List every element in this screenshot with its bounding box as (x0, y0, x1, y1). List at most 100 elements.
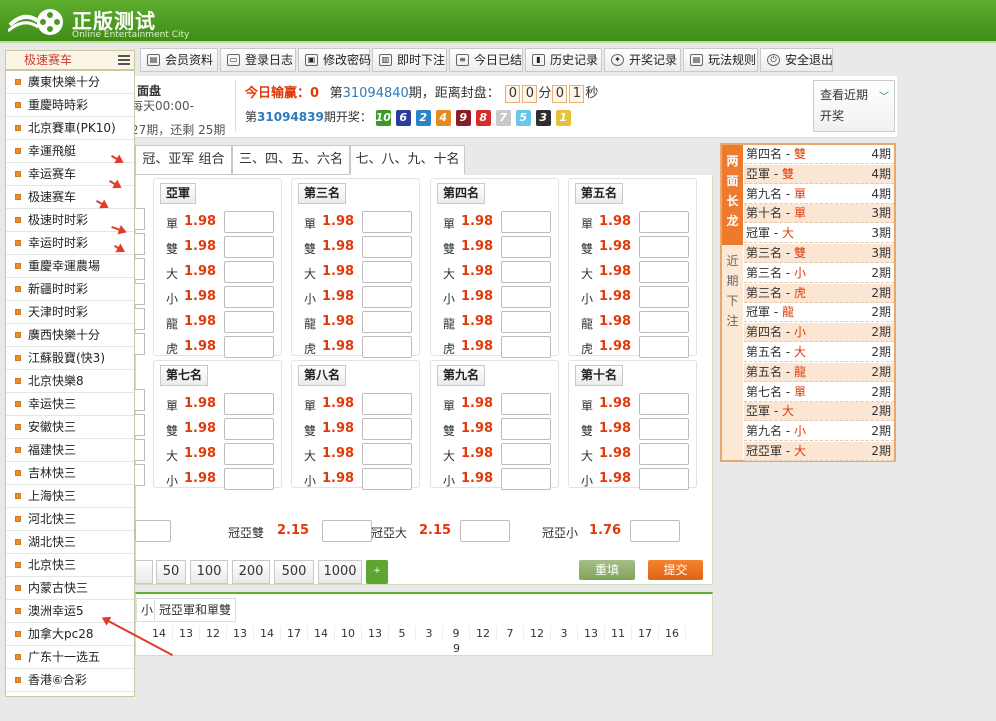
bet-amount-input[interactable] (362, 286, 412, 308)
lottery-item[interactable]: 广东十一选五 (6, 646, 134, 669)
bet-amount-input[interactable] (362, 211, 412, 233)
bet-amount-input[interactable] (460, 520, 510, 542)
add-amount-button[interactable]: + (366, 560, 388, 584)
lottery-item[interactable]: 重慶時時彩 (6, 94, 134, 117)
bet-amount-input[interactable] (135, 308, 145, 330)
lottery-item[interactable]: 江蘇骰寶(快3) (6, 347, 134, 370)
lottery-item[interactable]: 北京快樂8 (6, 370, 134, 393)
bet-amount-input[interactable] (639, 261, 689, 283)
bet-amount-input[interactable] (224, 311, 274, 333)
lottery-item[interactable]: 廣西快樂十分 (6, 324, 134, 347)
bet-amount-input[interactable] (501, 211, 551, 233)
recent-draws-button[interactable]: 查看近期 开奖 ﹀ (813, 80, 895, 132)
lottery-item[interactable]: 内蒙古快三 (6, 577, 134, 600)
bet-amount-input[interactable] (135, 233, 145, 255)
quick-amount-input[interactable] (135, 560, 153, 584)
nav-member-info[interactable]: ▤ 会员资料 (140, 48, 218, 72)
amount-200-button[interactable]: 200 (232, 560, 270, 584)
tab-7-10[interactable]: 七、八、九、十名 (350, 145, 465, 175)
bet-amount-input[interactable] (224, 418, 274, 440)
bet-amount-input[interactable] (322, 520, 372, 542)
bet-amount-input[interactable] (362, 393, 412, 415)
bet-amount-input[interactable] (501, 418, 551, 440)
recent-bets-tab[interactable]: 近 期 下 注 (722, 247, 743, 337)
lottery-item[interactable]: 北京賽車(PK10) (6, 117, 134, 140)
bet-amount-input[interactable] (362, 468, 412, 490)
lottery-item[interactable]: 廣東快樂十分 (6, 71, 134, 94)
bet-amount-input[interactable] (639, 211, 689, 233)
bet-amount-input[interactable] (501, 336, 551, 358)
lottery-item[interactable]: 重慶幸運農場 (6, 255, 134, 278)
lottery-item[interactable]: 新疆时时彩 (6, 278, 134, 301)
bet-amount-input[interactable] (501, 468, 551, 490)
nav-history[interactable]: ▮ 历史记录 (525, 48, 602, 72)
nav-instant-bet[interactable]: ▥ 即时下注 (372, 48, 447, 72)
bet-amount-input[interactable] (135, 258, 145, 280)
submit-button[interactable]: 提交 (648, 560, 703, 580)
amount-50-button[interactable]: 50 (156, 560, 186, 584)
bet-amount-input[interactable] (362, 311, 412, 333)
lottery-item[interactable]: 香港⑥合彩 (6, 669, 134, 692)
lottery-item[interactable]: 加拿大pc28 (6, 623, 134, 646)
amount-1000-button[interactable]: 1000 (318, 560, 362, 584)
bet-amount-input[interactable] (362, 418, 412, 440)
bet-amount-input[interactable] (224, 211, 274, 233)
tab-champion-combo[interactable]: 冠、亚军 组合 (135, 145, 232, 175)
bet-amount-input[interactable] (362, 261, 412, 283)
lottery-item[interactable]: 安徽快三 (6, 416, 134, 439)
nav-change-password[interactable]: ▣ 修改密码 (298, 48, 371, 72)
amount-100-button[interactable]: 100 (190, 560, 228, 584)
nav-logout[interactable]: ⏻ 安全退出 (760, 48, 833, 72)
bet-amount-input[interactable] (224, 286, 274, 308)
lottery-item[interactable]: 澳洲幸运5 (6, 600, 134, 623)
bet-amount-input[interactable] (501, 236, 551, 258)
bet-amount-input[interactable] (639, 236, 689, 258)
bet-amount-input[interactable] (501, 311, 551, 333)
bet-amount-input[interactable] (639, 418, 689, 440)
bet-amount-input[interactable] (501, 443, 551, 465)
lottery-item[interactable]: 福建快三 (6, 439, 134, 462)
bet-amount-input[interactable] (224, 261, 274, 283)
bet-amount-input[interactable] (135, 520, 171, 542)
results-tab-sum-odd-even[interactable]: 冠亞軍和單雙 (154, 598, 237, 622)
bet-amount-input[interactable] (135, 389, 145, 411)
lottery-item[interactable]: 北京快三 (6, 554, 134, 577)
bet-amount-input[interactable] (135, 333, 145, 355)
bet-amount-input[interactable] (135, 208, 145, 230)
bet-amount-input[interactable] (639, 336, 689, 358)
bet-amount-input[interactable] (639, 468, 689, 490)
bet-amount-input[interactable] (362, 336, 412, 358)
bet-amount-input[interactable] (501, 261, 551, 283)
bet-amount-input[interactable] (362, 236, 412, 258)
lottery-item[interactable]: 上海快三 (6, 485, 134, 508)
bet-amount-input[interactable] (362, 443, 412, 465)
nav-rules[interactable]: ▤ 玩法规则 (683, 48, 758, 72)
bet-amount-input[interactable] (135, 414, 145, 436)
bet-amount-input[interactable] (224, 393, 274, 415)
bet-amount-input[interactable] (639, 286, 689, 308)
bet-amount-input[interactable] (639, 443, 689, 465)
bet-amount-input[interactable] (501, 393, 551, 415)
tab-3-6[interactable]: 三、四、五、六名 (232, 145, 350, 175)
bet-amount-input[interactable] (135, 439, 145, 461)
bet-amount-input[interactable] (224, 236, 274, 258)
lottery-item[interactable]: 吉林快三 (6, 462, 134, 485)
reset-button[interactable]: 重填 (579, 560, 635, 580)
bet-amount-input[interactable] (224, 443, 274, 465)
bet-amount-input[interactable] (639, 311, 689, 333)
nav-today-settled[interactable]: ≡ 今日已结 (449, 48, 523, 72)
lottery-selector[interactable]: 极速赛车 (5, 50, 135, 70)
bet-amount-input[interactable] (224, 468, 274, 490)
long-dragon-tab[interactable]: 两 面 长 龙 (722, 145, 743, 245)
lottery-item[interactable]: 幸运快三 (6, 393, 134, 416)
lottery-item[interactable]: 湖北快三 (6, 531, 134, 554)
nav-login-log[interactable]: ▭ 登录日志 (220, 48, 296, 72)
bet-amount-input[interactable] (501, 286, 551, 308)
menu-icon[interactable] (118, 55, 130, 65)
lottery-item[interactable]: 河北快三 (6, 508, 134, 531)
bet-amount-input[interactable] (135, 283, 145, 305)
bet-amount-input[interactable] (135, 464, 145, 486)
nav-draw-records[interactable]: ✦ 开奖记录 (604, 48, 681, 72)
bet-amount-input[interactable] (224, 336, 274, 358)
amount-500-button[interactable]: 500 (274, 560, 314, 584)
